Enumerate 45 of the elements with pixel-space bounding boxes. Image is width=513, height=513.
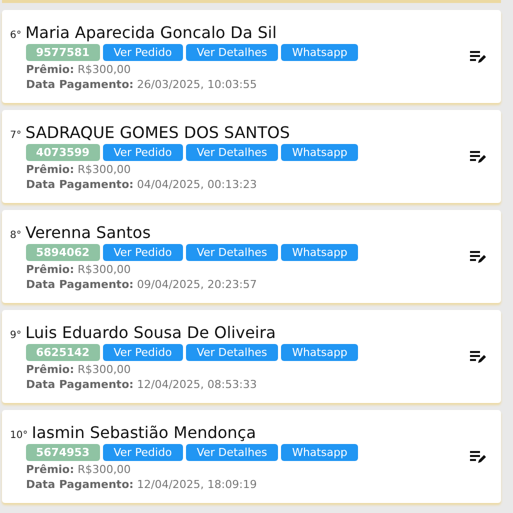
rank-number: 10° xyxy=(10,430,28,440)
action-button[interactable]: Ver Pedido xyxy=(102,344,183,360)
action-button[interactable]: Ver Pedido xyxy=(102,144,183,160)
action-button[interactable]: Whatsapp xyxy=(281,44,358,60)
rank-number: 7° xyxy=(10,130,22,140)
edit-list-icon[interactable] xyxy=(470,50,487,64)
action-button[interactable]: Whatsapp xyxy=(281,344,358,360)
prize-text: Prêmio: R$300,00 xyxy=(26,162,132,176)
edit-list-icon[interactable] xyxy=(470,450,487,464)
action-button[interactable]: Ver Detalhes xyxy=(186,444,278,460)
action-button[interactable]: Whatsapp xyxy=(281,244,358,260)
edit-list-icon[interactable] xyxy=(470,250,487,264)
prize-text: Prêmio: R$300,00 xyxy=(26,262,132,276)
rank-number: 6° xyxy=(10,30,22,40)
ticket-number: 9577581 xyxy=(26,44,100,60)
rank-number: 8° xyxy=(10,230,22,240)
payment-date-text: Data Pagamento: 04/04/2025, 00:13:23 xyxy=(26,178,258,190)
prize-text: Prêmio: R$300,00 xyxy=(26,462,132,476)
prize-text: Prêmio: R$300,00 xyxy=(26,362,132,376)
action-button[interactable]: Whatsapp xyxy=(281,444,358,460)
winner-name: Iasmin Sebastião Mendonça xyxy=(32,422,256,442)
rank-number: 9° xyxy=(10,330,22,340)
ticket-number: 5894062 xyxy=(26,244,100,260)
payment-date-text: Data Pagamento: 12/04/2025, 18:09:19 xyxy=(26,478,258,490)
winner-name: SADRAQUE GOMES DOS SANTOS xyxy=(25,122,290,142)
action-button[interactable]: Ver Detalhes xyxy=(186,44,278,60)
action-button[interactable]: Ver Pedido xyxy=(102,44,183,60)
winner-name: Luis Eduardo Sousa De Oliveira xyxy=(25,322,276,342)
prize-text: Prêmio: R$300,00 xyxy=(26,62,132,76)
ticket-number: 6625142 xyxy=(26,344,100,360)
winner-name: Maria Aparecida Goncalo Da Sil xyxy=(25,22,277,42)
action-button[interactable]: Ver Detalhes xyxy=(186,344,278,360)
action-button[interactable]: Whatsapp xyxy=(281,144,358,160)
winner-name: Verenna Santos xyxy=(25,222,151,242)
ticket-number: 5674953 xyxy=(26,444,100,460)
action-button[interactable]: Ver Detalhes xyxy=(186,244,278,260)
action-button[interactable]: Ver Pedido xyxy=(102,244,183,260)
payment-date-text: Data Pagamento: 26/03/2025, 10:03:55 xyxy=(26,78,258,90)
action-button[interactable]: Ver Pedido xyxy=(102,444,183,460)
edit-list-icon[interactable] xyxy=(470,150,487,164)
action-button[interactable]: Ver Detalhes xyxy=(186,144,278,160)
payment-date-text: Data Pagamento: 09/04/2025, 20:23:57 xyxy=(26,278,258,290)
payment-date-text: Data Pagamento: 12/04/2025, 08:53:33 xyxy=(26,378,258,390)
ticket-number: 4073599 xyxy=(26,144,100,160)
edit-list-icon[interactable] xyxy=(470,350,487,364)
